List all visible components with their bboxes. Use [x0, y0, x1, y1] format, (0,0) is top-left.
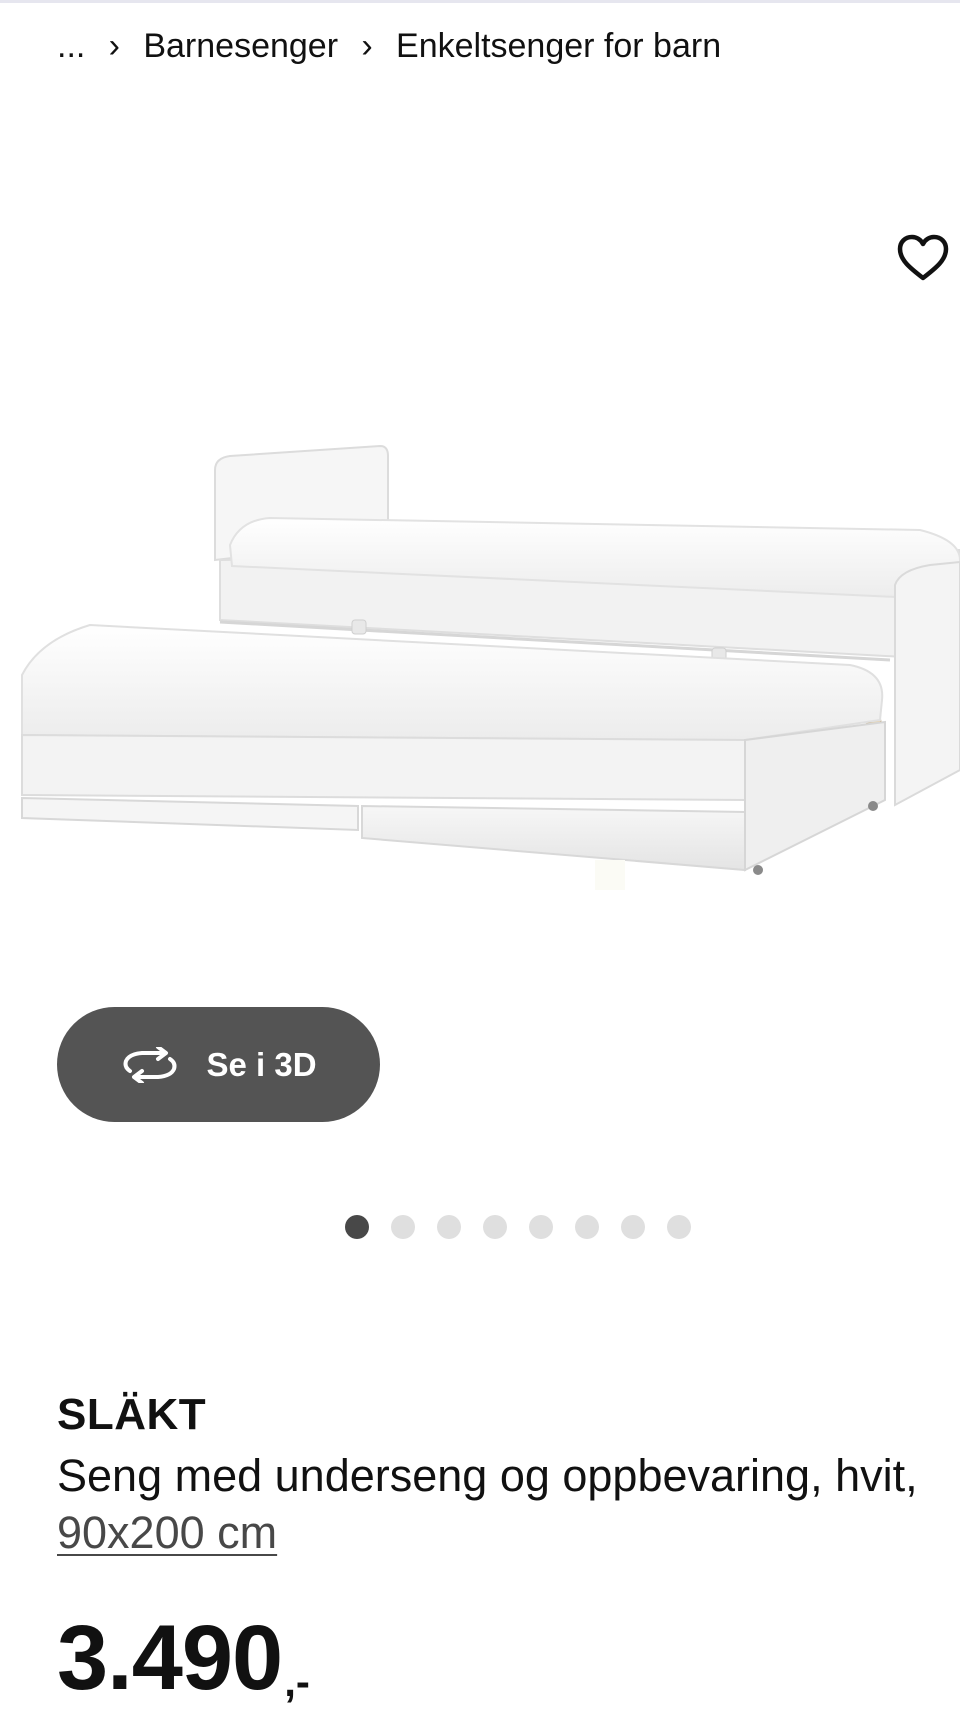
chevron-right-icon: ›: [361, 26, 373, 65]
breadcrumb-item-barnesenger[interactable]: Barnesenger: [143, 27, 338, 66]
carousel-dot[interactable]: [667, 1215, 691, 1239]
price-amount: 3.490: [57, 1607, 283, 1709]
product-image[interactable]: [0, 420, 960, 1020]
top-divider: [0, 0, 960, 3]
carousel-dot[interactable]: [345, 1215, 369, 1239]
breadcrumb: ... › Barnesenger › Enkeltsenger for bar…: [57, 22, 721, 70]
chevron-right-icon: ›: [108, 26, 120, 65]
carousel-dot[interactable]: [575, 1215, 599, 1239]
carousel-dot[interactable]: [483, 1215, 507, 1239]
product-description: Seng med underseng og oppbevaring, hvit,…: [57, 1447, 937, 1561]
breadcrumb-ellipsis[interactable]: ...: [57, 27, 85, 66]
view-3d-button[interactable]: Se i 3D: [57, 1007, 380, 1122]
bed-illustration: [21, 444, 960, 1020]
rotate-arrows-icon: [120, 1046, 180, 1083]
product-description-text: Seng med underseng og oppbevaring, hvit,: [57, 1450, 918, 1501]
product-name: SLÄKT: [57, 1390, 207, 1439]
view-3d-label: Se i 3D: [206, 1045, 317, 1083]
price-suffix: ,-: [284, 1658, 310, 1705]
carousel-dots: [0, 1215, 960, 1239]
carousel-dot[interactable]: [621, 1215, 645, 1239]
carousel-dot[interactable]: [437, 1215, 461, 1239]
heart-outline-icon: [897, 234, 949, 281]
favorite-button[interactable]: [890, 228, 956, 288]
carousel-dot[interactable]: [529, 1215, 553, 1239]
product-price: 3.490 ,-: [57, 1610, 310, 1706]
size-link[interactable]: 90x200 cm: [57, 1507, 277, 1558]
breadcrumb-item-enkeltsenger[interactable]: Enkeltsenger for barn: [396, 27, 721, 66]
carousel-dot[interactable]: [391, 1215, 415, 1239]
